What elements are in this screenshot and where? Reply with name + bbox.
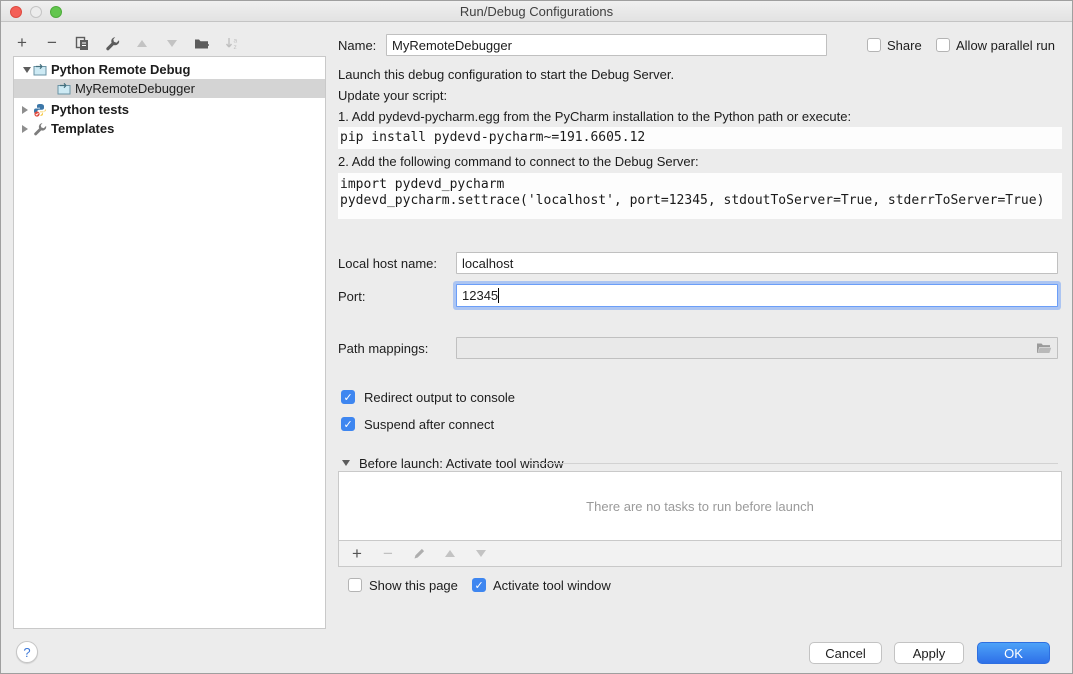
tree-item-label: Templates xyxy=(51,121,114,136)
copy-configuration-button[interactable] xyxy=(73,34,91,52)
allow-parallel-run-label: Allow parallel run xyxy=(956,38,1055,53)
show-this-page-checkbox[interactable] xyxy=(348,578,362,592)
step-2-text: 2. Add the following command to connect … xyxy=(338,154,699,169)
chevron-collapsed-icon[interactable] xyxy=(22,125,32,133)
python-tests-icon xyxy=(32,103,48,117)
tree-item-label: Python Remote Debug xyxy=(51,62,190,77)
move-down-button[interactable] xyxy=(163,34,181,52)
edit-templates-button[interactable] xyxy=(103,34,121,52)
copy-icon xyxy=(75,36,90,51)
configurations-toolbar: + − az xyxy=(13,31,241,55)
code-line-1: import pydevd_pycharm xyxy=(338,173,1062,192)
ok-button[interactable]: OK xyxy=(977,642,1050,664)
remove-configuration-button[interactable]: − xyxy=(43,34,61,52)
arrow-up-icon xyxy=(445,550,455,557)
arrow-down-icon xyxy=(476,550,486,557)
remote-debug-icon xyxy=(32,63,48,77)
create-folder-button[interactable] xyxy=(193,34,211,52)
redirect-output-label: Redirect output to console xyxy=(364,390,515,405)
plus-icon: + xyxy=(17,34,27,52)
code-line-2: pydevd_pycharm.settrace('localhost', por… xyxy=(338,192,1062,208)
tree-item-templates[interactable]: Templates xyxy=(14,119,325,138)
description-line-1: Launch this debug configuration to start… xyxy=(338,67,674,82)
tree-item-label: Python tests xyxy=(51,102,129,117)
plus-icon: + xyxy=(352,545,362,563)
move-task-down-button[interactable] xyxy=(472,545,490,563)
minus-icon: − xyxy=(383,545,393,563)
remote-debug-icon xyxy=(56,82,72,96)
sort-configurations-button[interactable]: az xyxy=(223,34,241,52)
window-title: Run/Debug Configurations xyxy=(1,4,1072,19)
name-label: Name: xyxy=(338,38,376,53)
move-up-button[interactable] xyxy=(133,34,151,52)
chevron-expanded-icon[interactable] xyxy=(22,67,32,73)
header-divider xyxy=(529,463,1058,464)
redirect-output-checkbox[interactable] xyxy=(341,390,355,404)
minus-icon: − xyxy=(47,34,57,52)
sort-alphabetically-icon: az xyxy=(225,36,240,51)
wrench-icon xyxy=(105,36,120,51)
apply-button[interactable]: Apply xyxy=(894,642,964,664)
share-checkbox[interactable] xyxy=(867,38,881,52)
empty-tasks-text: There are no tasks to run before launch xyxy=(586,499,814,514)
tree-item-myremotedebugger[interactable]: MyRemoteDebugger xyxy=(14,79,325,98)
name-input[interactable] xyxy=(386,34,827,56)
browse-folder-icon[interactable] xyxy=(1036,342,1052,355)
show-this-page-label: Show this page xyxy=(369,578,458,593)
edit-task-button[interactable] xyxy=(410,545,428,563)
path-mappings-label: Path mappings: xyxy=(338,341,428,356)
add-configuration-button[interactable]: + xyxy=(13,34,31,52)
arrow-down-icon xyxy=(167,40,177,47)
before-launch-toolbar: + − xyxy=(338,541,1062,567)
local-host-name-input[interactable] xyxy=(456,252,1058,274)
port-input[interactable] xyxy=(456,284,1058,307)
settrace-code-block: import pydevd_pycharm pydevd_pycharm.set… xyxy=(338,173,1062,219)
port-label: Port: xyxy=(338,289,365,304)
tree-item-python-remote-debug[interactable]: Python Remote Debug xyxy=(14,60,325,79)
configurations-tree: Python Remote Debug MyRemoteDebugger Pyt… xyxy=(13,56,326,629)
pip-command-block: pip install pydevd-pycharm~=191.6605.12 xyxy=(338,127,1062,149)
text-caret xyxy=(498,288,499,303)
before-launch-collapse-icon[interactable] xyxy=(342,460,350,466)
activate-tool-window-checkbox[interactable] xyxy=(472,578,486,592)
pip-command-text: pip install pydevd-pycharm~=191.6605.12 xyxy=(338,127,1062,145)
local-host-name-label: Local host name: xyxy=(338,256,437,271)
titlebar: Run/Debug Configurations xyxy=(1,1,1072,22)
help-button[interactable]: ? xyxy=(16,641,38,663)
arrow-up-icon xyxy=(137,40,147,47)
templates-wrench-icon xyxy=(32,122,48,136)
tree-item-label: MyRemoteDebugger xyxy=(75,81,195,96)
move-task-up-button[interactable] xyxy=(441,545,459,563)
suspend-after-connect-label: Suspend after connect xyxy=(364,417,494,432)
suspend-after-connect-checkbox[interactable] xyxy=(341,417,355,431)
add-task-button[interactable]: + xyxy=(348,545,366,563)
tree-item-python-tests[interactable]: Python tests xyxy=(14,100,325,119)
share-label: Share xyxy=(887,38,922,53)
run-debug-configurations-dialog: Run/Debug Configurations + − xyxy=(0,0,1073,674)
allow-parallel-run-checkbox[interactable] xyxy=(936,38,950,52)
question-mark-icon: ? xyxy=(23,645,30,660)
svg-text:z: z xyxy=(233,44,236,51)
activate-tool-window-label: Activate tool window xyxy=(493,578,611,593)
pencil-icon xyxy=(413,547,426,560)
before-launch-task-list[interactable]: There are no tasks to run before launch xyxy=(338,471,1062,541)
chevron-collapsed-icon[interactable] xyxy=(22,106,32,114)
remove-task-button[interactable]: − xyxy=(379,545,397,563)
new-folder-icon xyxy=(194,36,210,51)
path-mappings-input[interactable] xyxy=(456,337,1058,359)
step-1-text: 1. Add pydevd-pycharm.egg from the PyCha… xyxy=(338,109,851,124)
description-line-2: Update your script: xyxy=(338,88,447,103)
cancel-button[interactable]: Cancel xyxy=(809,642,882,664)
